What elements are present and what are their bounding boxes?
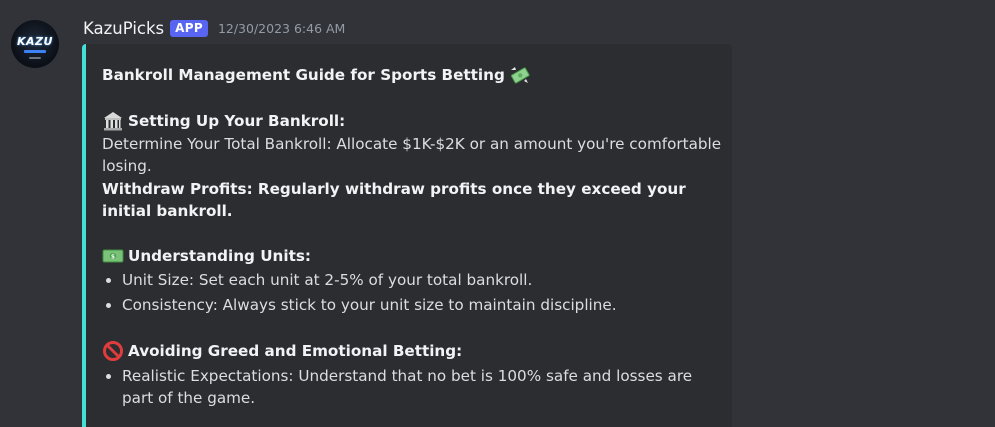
chat-message: KAZU KazuPicks APP 12/30/2023 6:46 AM Ba… xyxy=(0,0,995,427)
message-header: KazuPicks APP 12/30/2023 6:46 AM xyxy=(83,17,345,39)
user-avatar[interactable]: KAZU xyxy=(11,20,59,68)
bullet-list-greed: Realistic Expectations: Understand that … xyxy=(102,365,722,410)
avatar-logo-dots xyxy=(29,57,41,59)
section-heading-text: Avoiding Greed and Emotional Betting: xyxy=(128,342,463,360)
section-heading-units: $ Understanding Units: xyxy=(102,245,722,268)
message-timestamp[interactable]: 12/30/2023 6:46 AM xyxy=(218,21,345,36)
section-heading-bankroll: Setting Up Your Bankroll: xyxy=(102,110,722,133)
embed-bold-line: Withdraw Profits: Regularly withdraw pro… xyxy=(102,179,686,221)
embed-title-text: Bankroll Management Guide for Sports Bet… xyxy=(102,65,505,84)
prohibited-icon xyxy=(102,340,124,362)
username[interactable]: KazuPicks xyxy=(83,19,164,38)
avatar-logo-text: KAZU xyxy=(17,34,53,48)
embed-title: Bankroll Management Guide for Sports Bet… xyxy=(102,62,722,88)
embed-text-line: Determine Your Total Bankroll: Allocate … xyxy=(102,134,722,176)
section-heading-greed: Avoiding Greed and Emotional Betting: xyxy=(102,340,722,363)
bank-icon xyxy=(102,110,124,132)
avatar-logo-bar xyxy=(24,50,46,53)
app-badge: APP xyxy=(170,19,208,37)
section-heading-text: Setting Up Your Bankroll: xyxy=(128,112,346,130)
svg-text:$: $ xyxy=(111,253,115,260)
embed-body: Bankroll Management Guide for Sports Bet… xyxy=(102,62,722,412)
section-heading-text: Understanding Units: xyxy=(128,246,311,265)
list-item: Unit Size: Set each unit at 2-5% of your… xyxy=(122,269,722,292)
dollar-banknote-icon: $ xyxy=(102,245,124,267)
bullet-list-units: Unit Size: Set each unit at 2-5% of your… xyxy=(102,269,722,316)
money-with-wings-icon xyxy=(509,64,531,86)
list-item: Realistic Expectations: Understand that … xyxy=(122,365,722,410)
list-item: Consistency: Always stick to your unit s… xyxy=(122,294,722,317)
message-embed: Bankroll Management Guide for Sports Bet… xyxy=(82,44,732,427)
